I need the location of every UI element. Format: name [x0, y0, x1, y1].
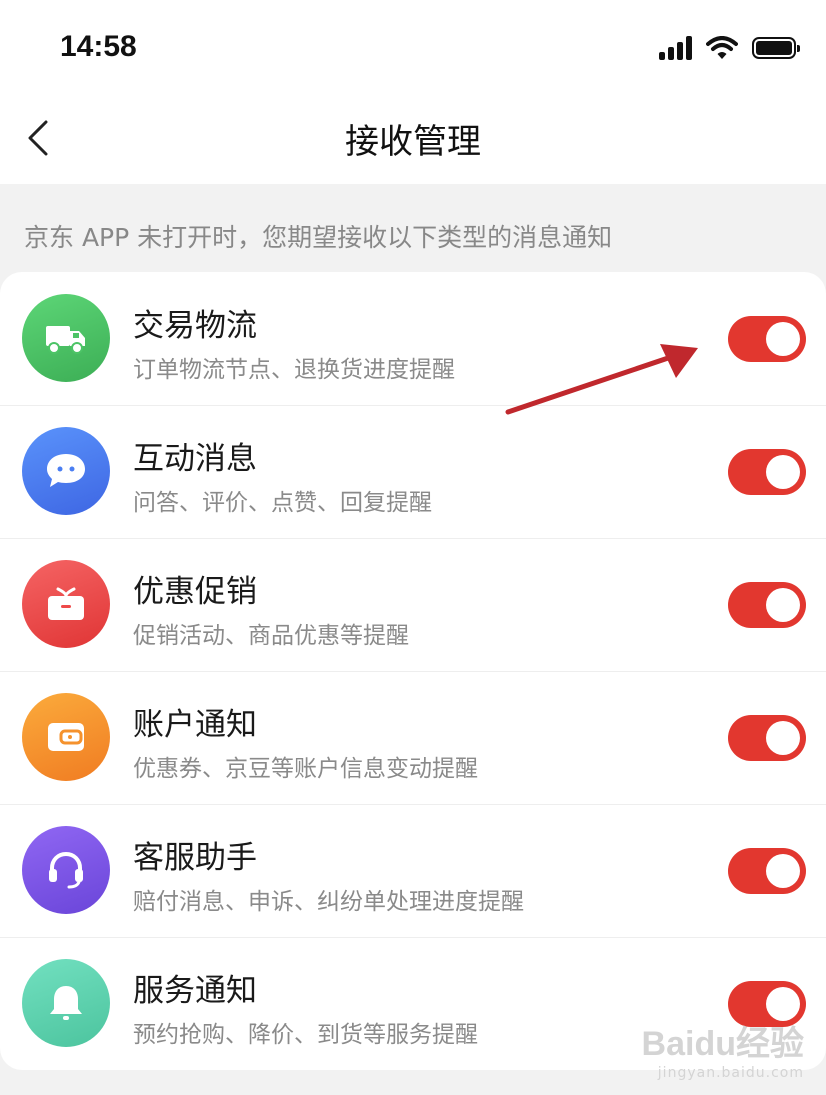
- wallet-icon: [22, 693, 110, 781]
- chat-bubble-icon: [22, 427, 110, 515]
- item-title: 服务通知: [133, 973, 257, 1009]
- status-time: 14:58: [60, 30, 137, 63]
- nav-bar: 接收管理: [0, 92, 826, 184]
- item-title: 客服助手: [133, 840, 257, 876]
- gift-icon: [22, 560, 110, 648]
- watermark-logo: Baidu经验: [641, 1025, 804, 1063]
- list-item: 客服助手 赔付消息、申诉、纠纷单处理进度提醒: [0, 804, 826, 937]
- wifi-icon: [706, 36, 738, 59]
- truck-icon: [22, 294, 110, 382]
- toggle-switch-account[interactable]: [728, 715, 806, 761]
- item-subtitle: 促销活动、商品优惠等提醒: [133, 623, 409, 649]
- item-subtitle: 赔付消息、申诉、纠纷单处理进度提醒: [133, 889, 524, 915]
- status-icons: [659, 36, 800, 60]
- item-subtitle: 预约抢购、降价、到货等服务提醒: [133, 1022, 478, 1048]
- item-title: 优惠促销: [133, 574, 257, 610]
- item-subtitle: 问答、评价、点赞、回复提醒: [133, 490, 432, 516]
- annotation-arrow: [505, 344, 698, 415]
- headset-icon: [22, 826, 110, 914]
- page-title: 接收管理: [345, 122, 481, 162]
- list-item: 优惠促销 促销活动、商品优惠等提醒: [0, 538, 826, 671]
- bell-icon: [22, 959, 110, 1047]
- toggle-switch-promotions[interactable]: [728, 582, 806, 628]
- watermark-url: jingyan.baidu.com: [657, 1065, 804, 1081]
- battery-icon: [752, 37, 800, 59]
- toggle-switch-customer-service[interactable]: [728, 848, 806, 894]
- toggle-switch-trade-logistics[interactable]: [728, 316, 806, 362]
- item-subtitle: 优惠券、京豆等账户信息变动提醒: [133, 756, 478, 782]
- item-title: 交易物流: [133, 308, 257, 344]
- item-title: 账户通知: [133, 707, 257, 743]
- toggle-switch-interaction[interactable]: [728, 449, 806, 495]
- signal-icon: [659, 36, 692, 60]
- item-title: 互动消息: [133, 441, 257, 477]
- section-hint: 京东 APP 未打开时，您期望接收以下类型的消息通知: [24, 223, 613, 252]
- item-subtitle: 订单物流节点、退换货进度提醒: [133, 357, 455, 383]
- watermark: Baidu经验 jingyan.baidu.com: [642, 1016, 804, 1081]
- status-bar: 14:58: [0, 0, 826, 92]
- list-item: 互动消息 问答、评价、点赞、回复提醒: [0, 405, 826, 538]
- list-item: 账户通知 优惠券、京豆等账户信息变动提醒: [0, 671, 826, 804]
